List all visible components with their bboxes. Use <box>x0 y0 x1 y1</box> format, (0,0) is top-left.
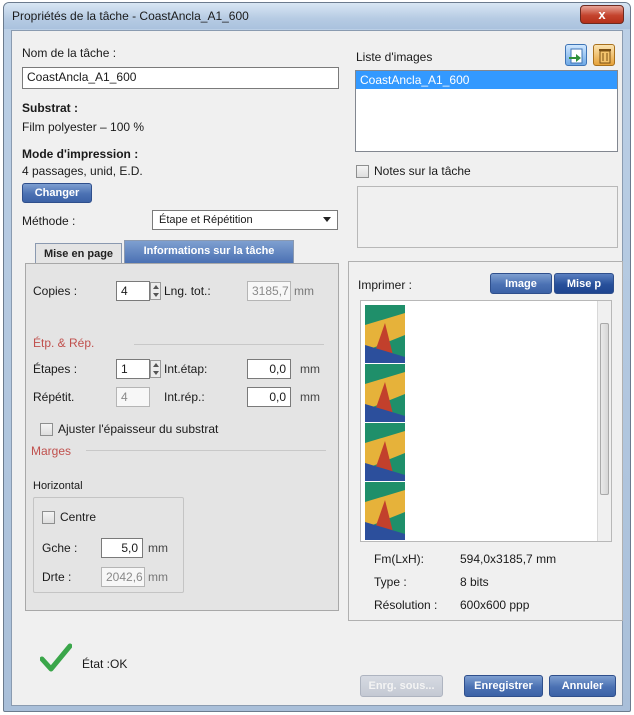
right-margin-unit: mm <box>148 570 168 584</box>
method-label: Méthode : <box>22 214 76 228</box>
print-preview <box>360 300 612 542</box>
preview-image-strip <box>365 305 405 541</box>
repeat-interval-input[interactable]: 0,0 <box>247 387 291 407</box>
window-title: Propriétés de la tâche - CoastAncla_A1_6… <box>12 9 249 23</box>
delete-image-button[interactable] <box>593 44 615 66</box>
type-label: Type : <box>374 575 407 589</box>
scrollbar-thumb[interactable] <box>600 323 609 495</box>
add-image-button[interactable] <box>565 44 587 66</box>
print-mode-label: Mode d'impression : <box>22 147 139 161</box>
substrate-value: Film polyester – 100 % <box>22 120 145 134</box>
close-button[interactable]: x <box>580 5 624 24</box>
adjust-substrate-label: Ajuster l'épaisseur du substrat <box>58 422 219 436</box>
status-label: État :OK <box>82 657 128 671</box>
print-mode-value: 4 passages, unid, E.D. <box>22 164 143 178</box>
repeat-interval-label: Int.rép.: <box>164 390 205 404</box>
repeat-label: Répétit. <box>33 390 75 404</box>
list-item[interactable]: CoastAncla_A1_600 <box>356 71 617 89</box>
task-properties-window: Propriétés de la tâche - CoastAncla_A1_6… <box>3 2 631 712</box>
layout-view-button[interactable]: Mise p <box>554 273 614 294</box>
horizontal-label: Horizontal <box>33 480 83 492</box>
layout-panel: Copies : 4 Lng. tot.: 3185,7 mm Étp. & R… <box>25 263 339 611</box>
save-as-button[interactable]: Enrg. sous... <box>360 675 443 697</box>
method-select[interactable]: Étape et Répétition <box>152 210 338 230</box>
chevron-down-icon <box>323 217 331 222</box>
right-margin-label: Drte : <box>42 570 72 584</box>
status-ok-indicator <box>39 643 73 673</box>
preview-thumbnail <box>365 305 405 540</box>
image-view-button[interactable]: Image <box>490 273 552 294</box>
add-image-icon <box>569 48 583 64</box>
print-panel: Imprimer : Image Mise p Fm(LxH): 594,0x3… <box>348 261 623 621</box>
copies-spin-icon[interactable] <box>150 282 161 300</box>
center-checkbox[interactable] <box>42 511 55 524</box>
checkmark-icon <box>39 643 73 672</box>
right-margin-field: 2042,6 <box>101 567 145 587</box>
step-interval-label: Int.étap: <box>164 362 208 376</box>
notes-checkbox[interactable] <box>356 165 369 178</box>
print-label: Imprimer : <box>358 278 412 292</box>
steps-spin-icon[interactable] <box>150 360 161 378</box>
change-button[interactable]: Changer <box>22 183 92 203</box>
step-interval-input[interactable]: 0,0 <box>247 359 291 379</box>
save-button[interactable]: Enregistrer <box>464 675 543 697</box>
steps-input[interactable]: 1 <box>116 359 150 379</box>
task-name-input[interactable]: CoastAncla_A1_600 <box>22 67 339 89</box>
steps-label: Étapes : <box>33 362 78 376</box>
notes-label: Notes sur la tâche <box>374 164 471 178</box>
left-margin-label: Gche : <box>42 541 78 555</box>
step-repeat-section: Étp. & Rép. <box>33 336 95 350</box>
substrate-label: Substrat : <box>22 101 79 115</box>
divider <box>134 344 324 345</box>
preview-scrollbar[interactable] <box>597 301 611 541</box>
total-length-label: Lng. tot.: <box>164 284 211 298</box>
notes-textarea[interactable] <box>357 186 618 248</box>
resolution-value: 600x600 ppp <box>460 598 530 612</box>
center-label: Centre <box>60 510 97 524</box>
tab-layout[interactable]: Mise en page <box>35 243 122 264</box>
step-interval-unit: mm <box>300 362 320 376</box>
horizontal-group: Centre Gche : 5,0 mm Drte : 2042,6 mm <box>33 497 184 593</box>
size-value: 594,0x3185,7 mm <box>460 552 557 566</box>
close-icon: x <box>598 7 606 22</box>
left-margin-input[interactable]: 5,0 <box>101 538 143 558</box>
resolution-label: Résolution : <box>374 598 438 612</box>
left-margin-unit: mm <box>148 541 168 555</box>
dialog-body: Nom de la tâche : CoastAncla_A1_600 Subs… <box>11 30 623 706</box>
adjust-substrate-checkbox[interactable] <box>40 423 53 436</box>
total-length-unit: mm <box>294 284 314 298</box>
size-label: Fm(LxH): <box>374 552 424 566</box>
method-select-value: Étape et Répétition <box>159 214 253 226</box>
repeat-interval-unit: mm <box>300 390 320 404</box>
type-value: 8 bits <box>460 575 489 589</box>
margins-section: Marges <box>31 444 72 458</box>
image-list-label: Liste d'images <box>356 50 433 64</box>
copies-label: Copies : <box>33 284 78 298</box>
delete-trash-icon <box>599 49 611 64</box>
total-length-field: 3185,7 <box>247 281 291 301</box>
tab-task-info[interactable]: Informations sur la tâche <box>124 240 294 263</box>
cancel-button[interactable]: Annuler <box>549 675 616 697</box>
repeat-field: 4 <box>116 387 150 407</box>
title-bar: Propriétés de la tâche - CoastAncla_A1_6… <box>4 3 630 29</box>
image-list[interactable]: CoastAncla_A1_600 <box>355 70 618 152</box>
divider <box>86 450 326 451</box>
copies-input[interactable]: 4 <box>116 281 150 301</box>
task-name-label: Nom de la tâche : <box>22 46 117 60</box>
